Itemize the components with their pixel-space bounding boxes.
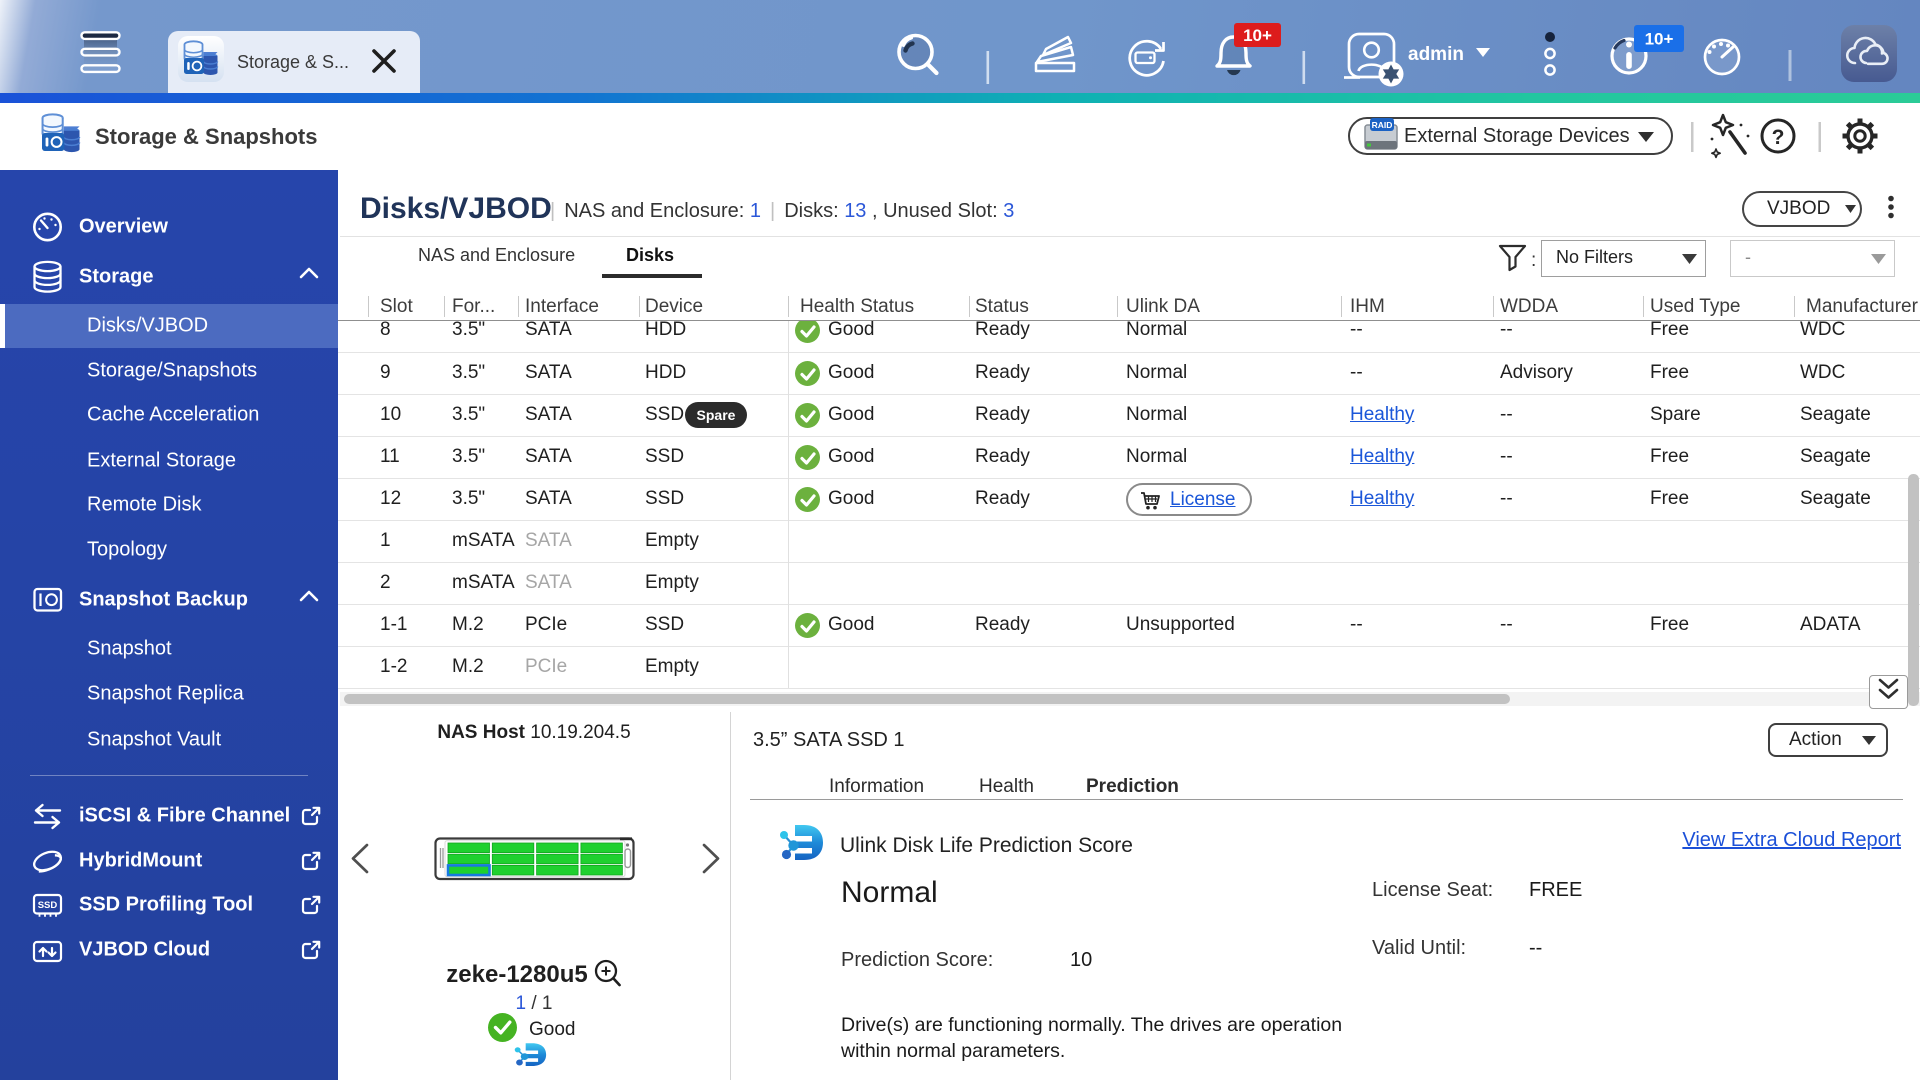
svg-text:10+: 10+ [1645, 30, 1674, 49]
svg-text:RAID: RAID [1372, 120, 1393, 130]
svg-text:10+: 10+ [1243, 26, 1272, 45]
svg-text:?: ? [1772, 126, 1785, 149]
svg-text:admin: admin [1408, 44, 1464, 65]
svg-text::: : [1531, 250, 1536, 271]
